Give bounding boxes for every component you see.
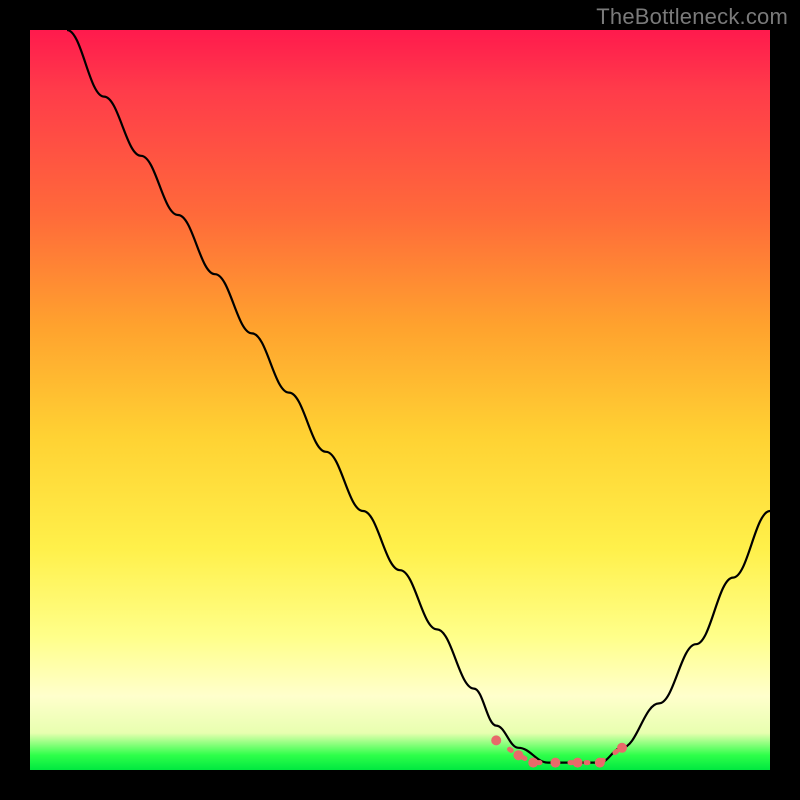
watermark-text: TheBottleneck.com [596,4,788,30]
bottleneck-curve [30,30,770,770]
bottom-dot [491,735,501,745]
bottom-dot [573,758,583,768]
bottom-dot [528,758,538,768]
bottom-dot [595,758,605,768]
plot-area [30,30,770,770]
bottom-dot [617,743,627,753]
curve-path [67,30,770,763]
bottom-dot [513,750,523,760]
bottom-dot [550,758,560,768]
chart-frame: TheBottleneck.com [0,0,800,800]
